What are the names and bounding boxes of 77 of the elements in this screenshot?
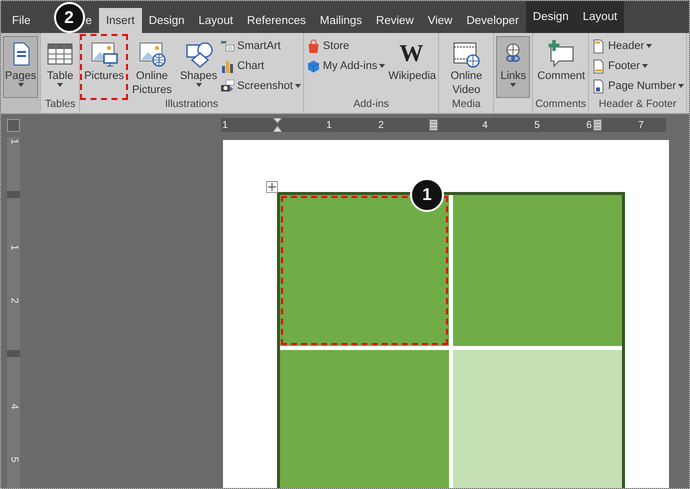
ribbon-tab[interactable]: Mailings [312,8,370,33]
bar-chart-icon [220,58,236,74]
caret-icon [646,44,652,48]
ribbon-tab[interactable]: Design [142,8,192,33]
ribbon-button[interactable]: Store [306,37,386,55]
shopping-bag-icon [306,38,321,54]
ribbon-button[interactable]: Online Video [441,36,492,98]
ribbon-button[interactable]: Page Number [591,77,684,95]
caret-icon [196,83,202,87]
ribbon-tab[interactable]: Developer [459,8,526,33]
column-marker-icon[interactable] [592,119,602,131]
move-handle-icon[interactable] [266,181,278,193]
ribbon-tab[interactable]: Insert [98,8,142,33]
caret-icon [294,84,301,88]
ribbon-button[interactable]: W Wikipedia [386,36,436,98]
ribbon-button[interactable]: Pictures [82,36,126,98]
ribbon-button[interactable]: Online Pictures [126,36,177,98]
ruler-number: 2 [8,298,19,304]
group-label: Header & Footer [598,98,678,112]
header-icon [591,38,606,54]
caret-icon [678,84,684,88]
footer-icon [591,58,606,74]
column-marker-icon[interactable] [428,119,438,131]
ribbon-button[interactable]: Pages [3,36,38,98]
ribbon-button[interactable]: Shapes [178,36,220,98]
ribbon-tab[interactable]: Layout [192,8,240,33]
group-label: Comments [534,98,588,112]
cube-icon [306,58,321,74]
ribbon-tab[interactable]: References [240,8,313,33]
ribbon-button[interactable]: SmartArt [220,37,301,55]
margin-marker-icon[interactable] [7,350,20,357]
ribbon-tab[interactable]: e [84,8,99,33]
table-cell[interactable] [453,350,622,488]
table-cell[interactable] [280,350,449,488]
step-badge: 2 [54,2,85,33]
caret-icon [510,83,516,87]
ribbon-button[interactable]: Screenshot [220,77,301,95]
wikipedia-logo: W [399,40,424,69]
smartart-icon [220,38,236,54]
ruler-number: 5 [8,456,19,462]
ribbon-tab[interactable]: File [5,8,38,33]
tab-selector-icon[interactable] [7,119,20,132]
camera-icon [220,78,236,94]
ribbon-button[interactable]: Header [591,37,684,55]
ribbon-button[interactable]: Comment [535,36,586,98]
ruler-number: 1 [222,120,228,130]
ruler-number: 1 [8,244,19,250]
ruler-number: 1 [8,138,19,144]
ribbon-button[interactable]: My Add-ins [306,57,386,75]
ribbon-tab[interactable]: Review [369,8,421,33]
ruler-number: 2 [378,120,384,130]
caret-icon [642,64,648,68]
ruler-number: 4 [482,120,488,130]
indent-marker-icon[interactable] [272,118,282,132]
ruler-number: 4 [8,404,19,410]
caret-icon [57,83,64,87]
caret-icon [18,83,24,87]
group-label: Tables [44,98,76,112]
table-cell[interactable] [453,195,622,346]
step-badge: 1 [410,178,444,212]
margin-marker-icon[interactable] [7,191,20,198]
ribbon-button[interactable]: Table [43,36,78,98]
ribbon-tab[interactable]: Layout [576,1,624,33]
ribbon-button[interactable]: Links [496,36,530,98]
group-label: Add-ins [352,98,390,112]
ruler-number: 5 [534,120,540,130]
ruler-number: 1 [326,120,332,130]
ribbon-tab[interactable]: Design [526,1,576,33]
ribbon-tab[interactable]: View [420,8,460,33]
group-label: Media [451,98,482,112]
ruler-number: 6 [586,120,592,130]
ribbon-button[interactable]: Footer [591,57,684,75]
group-label: Illustrations [164,98,220,112]
ribbon-button[interactable]: Chart [220,57,301,75]
page-number-icon [591,78,606,94]
ruler-number: 7 [638,120,644,130]
caret-icon [379,64,386,68]
